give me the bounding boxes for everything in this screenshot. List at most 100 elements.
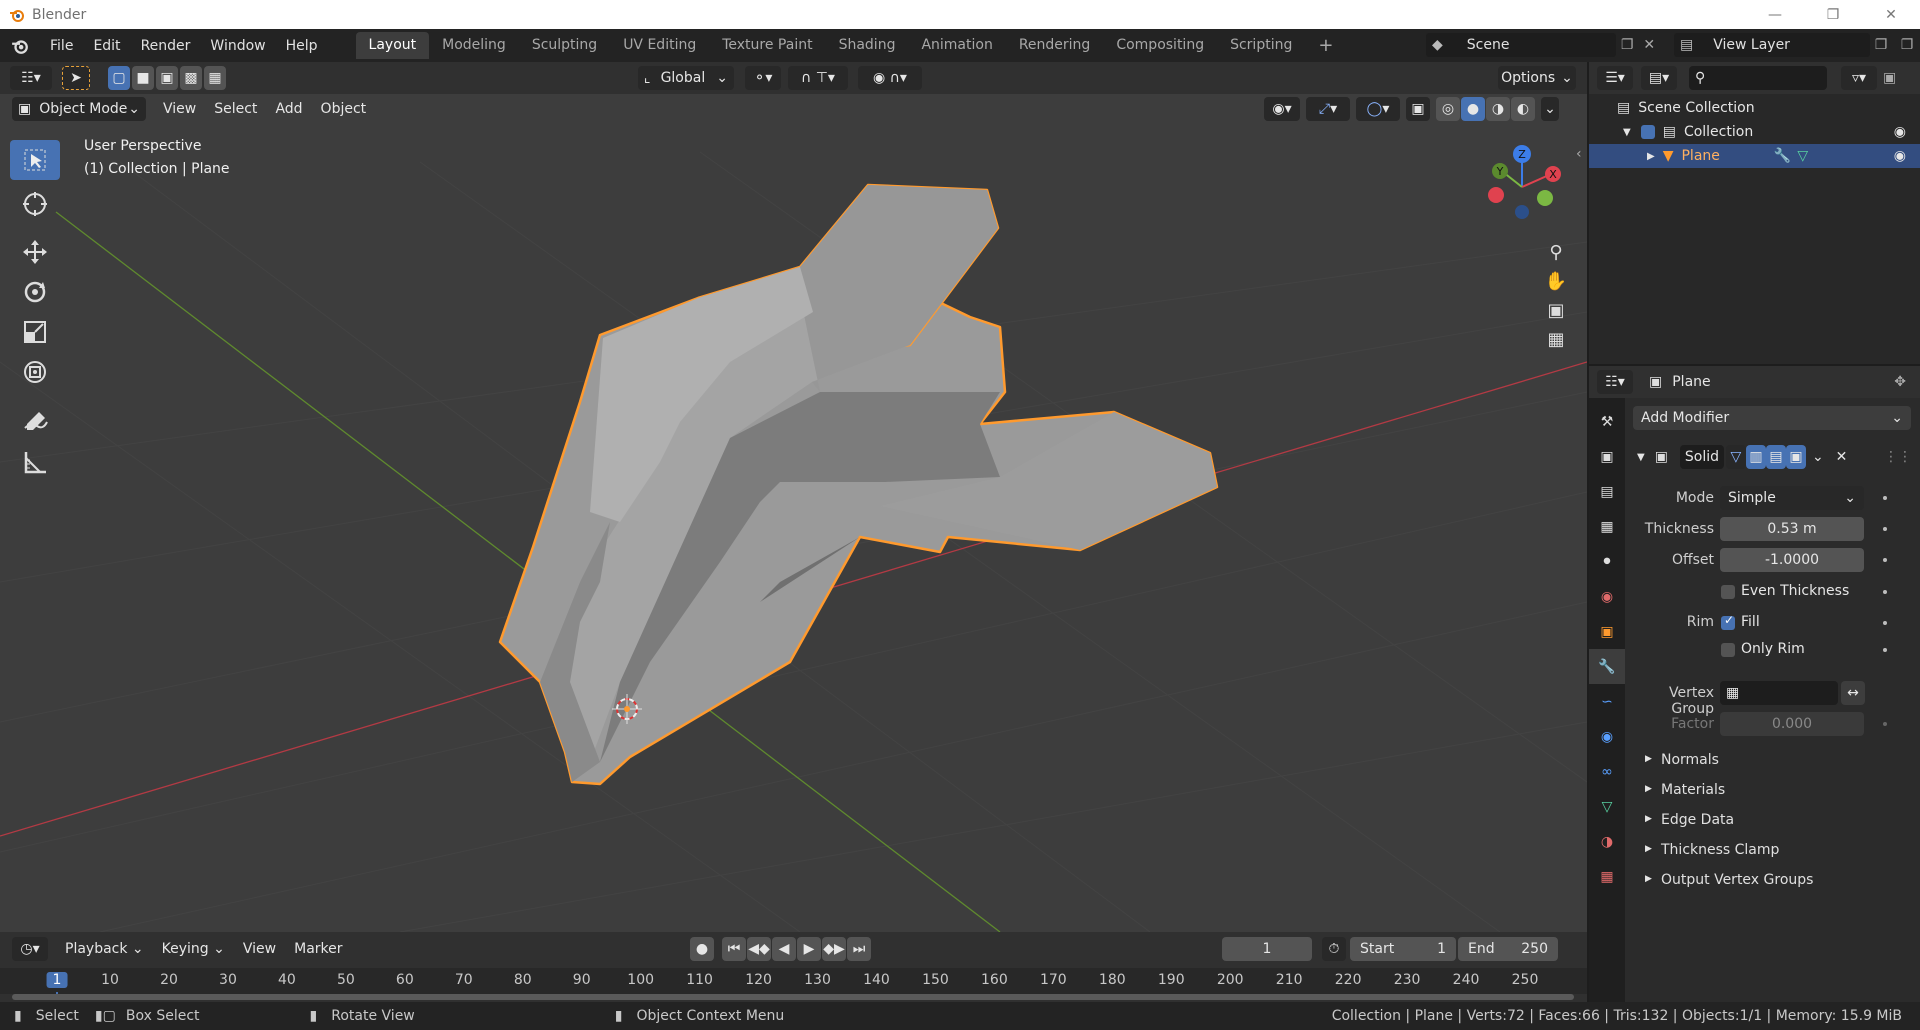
tab-scripting[interactable]: Scripting (1217, 32, 1305, 59)
outliner-row-plane[interactable]: ▶ ▼ Plane 🔧 ▽ ◉ (1589, 144, 1920, 168)
viewport-display-toggle[interactable]: ▤ (1765, 445, 1786, 469)
end-frame-field[interactable]: End 250 (1458, 937, 1558, 961)
eye-icon[interactable]: ◉ (1894, 148, 1906, 164)
menu-render[interactable]: Render (131, 34, 201, 58)
preview-range-toggle[interactable]: ⏱ (1322, 937, 1346, 961)
new-collection-icon[interactable]: ▣ (1883, 70, 1896, 86)
add-workspace-button[interactable]: + (1305, 32, 1346, 59)
tab-object[interactable]: ▣ (1589, 614, 1625, 649)
modifier-name-field[interactable]: Solid (1679, 445, 1724, 469)
xray-toggle[interactable]: ▣ (1406, 97, 1430, 121)
tab-physics[interactable]: ◉ (1589, 719, 1625, 754)
keyframe-dot[interactable] (1883, 527, 1887, 531)
render-toggle[interactable]: ▣ (1785, 445, 1806, 469)
new-scene-icon[interactable]: ❐ (1621, 37, 1634, 53)
menu-add[interactable]: Add (266, 97, 311, 121)
keyframe-dot[interactable] (1883, 558, 1887, 562)
play-reverse-button[interactable]: ◀ (772, 937, 796, 961)
minimize-button[interactable]: — (1746, 0, 1804, 29)
proportional-edit-dropdown[interactable]: ◉ ∩▾ (858, 66, 922, 90)
annotate-tool[interactable] (10, 402, 60, 442)
filter-dropdown[interactable]: ▿▾ (1841, 66, 1877, 90)
modifier-wrench-icon[interactable]: 🔧 (1774, 148, 1791, 164)
subpanel-materials[interactable]: ▶ Materials (1629, 780, 1916, 806)
3d-viewport[interactable]: ☷▾ ➤ ▢ ■ ▣ ▩ ▦ ⌞ Global ⌄ ⚬▾ ∩ ⊤▾ ◉ ∩▾ O… (0, 62, 1587, 932)
tab-shading[interactable]: Shading (826, 32, 909, 59)
collection-checkbox[interactable] (1640, 125, 1655, 139)
options-dropdown[interactable]: Options ⌄ (1498, 66, 1576, 90)
keyframe-dot[interactable] (1883, 648, 1887, 652)
plane-mesh-object[interactable] (498, 183, 1219, 786)
vertex-group-field[interactable]: ▦ (1720, 681, 1838, 705)
viewport-scene[interactable] (0, 62, 1587, 932)
delete-scene-icon[interactable]: ✕ (1643, 37, 1655, 53)
expand-down-icon[interactable]: ▼ (1623, 127, 1631, 138)
navigation-gizmo[interactable]: Z X Y (1477, 142, 1567, 242)
blender-menu-icon[interactable] (0, 37, 40, 55)
editor-type-button[interactable]: ☷▾ (10, 66, 52, 90)
tab-layout[interactable]: Layout (355, 32, 430, 59)
offset-field[interactable]: -1.0000 (1720, 548, 1864, 572)
transform-tool[interactable] (10, 352, 60, 392)
tab-scene[interactable]: ⚫ (1589, 544, 1625, 579)
rotate-tool[interactable] (10, 272, 60, 312)
next-keyframe-button[interactable]: ◆▶ (822, 937, 846, 961)
outliner-row-scene-collection[interactable]: ▤ Scene Collection (1589, 96, 1920, 120)
tab-animation[interactable]: Animation (908, 32, 1005, 59)
menu-object[interactable]: Object (312, 97, 376, 121)
tab-tool[interactable]: ⚒ (1589, 404, 1625, 439)
tab-render[interactable]: ▣ (1589, 439, 1625, 474)
tab-particles[interactable]: ∽ (1589, 684, 1625, 719)
tab-modeling[interactable]: Modeling (429, 32, 519, 59)
keyframe-dot[interactable] (1883, 590, 1887, 594)
tab-view-layer[interactable]: ▦ (1589, 509, 1625, 544)
menu-file[interactable]: File (40, 34, 83, 58)
subpanel-normals[interactable]: ▶ Normals (1629, 750, 1916, 776)
snap-dropdown[interactable]: ∩ ⊤▾ (788, 66, 848, 90)
remove-modifier-icon[interactable]: ✕ (1836, 449, 1848, 465)
visibility-dropdown[interactable]: ◉▾ (1264, 97, 1300, 121)
new-view-layer-icon[interactable]: ❐ (1875, 37, 1888, 53)
edit-mode-cage-icon[interactable]: ▽ (1725, 445, 1746, 469)
outliner-row-collection[interactable]: ▼ ▤ Collection ◉ (1589, 120, 1920, 144)
tweak-tool-button[interactable]: ➤ (62, 66, 90, 90)
shading-material-button[interactable]: ◑ (1486, 97, 1510, 121)
tab-constraints[interactable]: ∞ (1589, 754, 1625, 789)
subpanel-thickness-clamp[interactable]: ▶ Thickness Clamp (1629, 840, 1916, 866)
tab-texture-paint[interactable]: Texture Paint (709, 32, 825, 59)
pin-icon[interactable]: ✥ (1894, 374, 1906, 390)
invert-vertex-group-icon[interactable]: ↔ (1841, 681, 1865, 705)
current-frame-field[interactable]: 1 (1222, 937, 1312, 961)
menu-playback[interactable]: Playback ⌄ (56, 937, 153, 961)
tab-data[interactable]: ▽ (1589, 789, 1625, 824)
menu-view[interactable]: View (154, 97, 205, 121)
scale-tool[interactable] (10, 312, 60, 352)
subpanel-edge-data[interactable]: ▶ Edge Data (1629, 810, 1916, 836)
close-button[interactable]: ✕ (1862, 0, 1920, 29)
factor-field[interactable]: 0.000 (1720, 712, 1864, 736)
mode-dropdown[interactable]: ▣ Object Mode ⌄ (12, 97, 146, 121)
shading-rendered-button[interactable]: ◐ (1511, 97, 1535, 121)
keyframe-dot[interactable] (1883, 496, 1887, 500)
edit-mode-toggle[interactable]: ▥ (1745, 445, 1766, 469)
pan-hand-icon[interactable]: ✋ (1545, 271, 1567, 292)
select-mode-new-button[interactable]: ▢ (108, 66, 130, 90)
tab-compositing[interactable]: Compositing (1103, 32, 1217, 59)
thickness-field[interactable]: 0.53 m (1720, 517, 1864, 541)
expand-right-icon[interactable]: ▶ (1647, 151, 1655, 162)
tab-output[interactable]: ▤ (1589, 474, 1625, 509)
outliner-search-input[interactable]: ⚲ (1689, 66, 1827, 90)
keyframe-dot[interactable] (1883, 621, 1887, 625)
zoom-icon[interactable]: ⚲ (1549, 242, 1562, 263)
sidebar-toggle-icon[interactable]: ‹ (1576, 146, 1582, 162)
tab-rendering[interactable]: Rendering (1006, 32, 1104, 59)
select-mode-invert-button[interactable]: ▩ (180, 66, 202, 90)
camera-icon[interactable]: ▣ (1547, 300, 1564, 321)
record-button[interactable]: ● (690, 937, 714, 961)
select-mode-subtract-button[interactable]: ▣ (156, 66, 178, 90)
tab-texture[interactable]: ▦ (1589, 859, 1625, 894)
outliner-editor-type-button[interactable]: ☰▾ (1597, 66, 1633, 90)
select-box-tool[interactable] (10, 140, 60, 180)
play-button[interactable]: ▶ (797, 937, 821, 961)
tab-modifiers[interactable]: 🔧 (1589, 649, 1625, 684)
